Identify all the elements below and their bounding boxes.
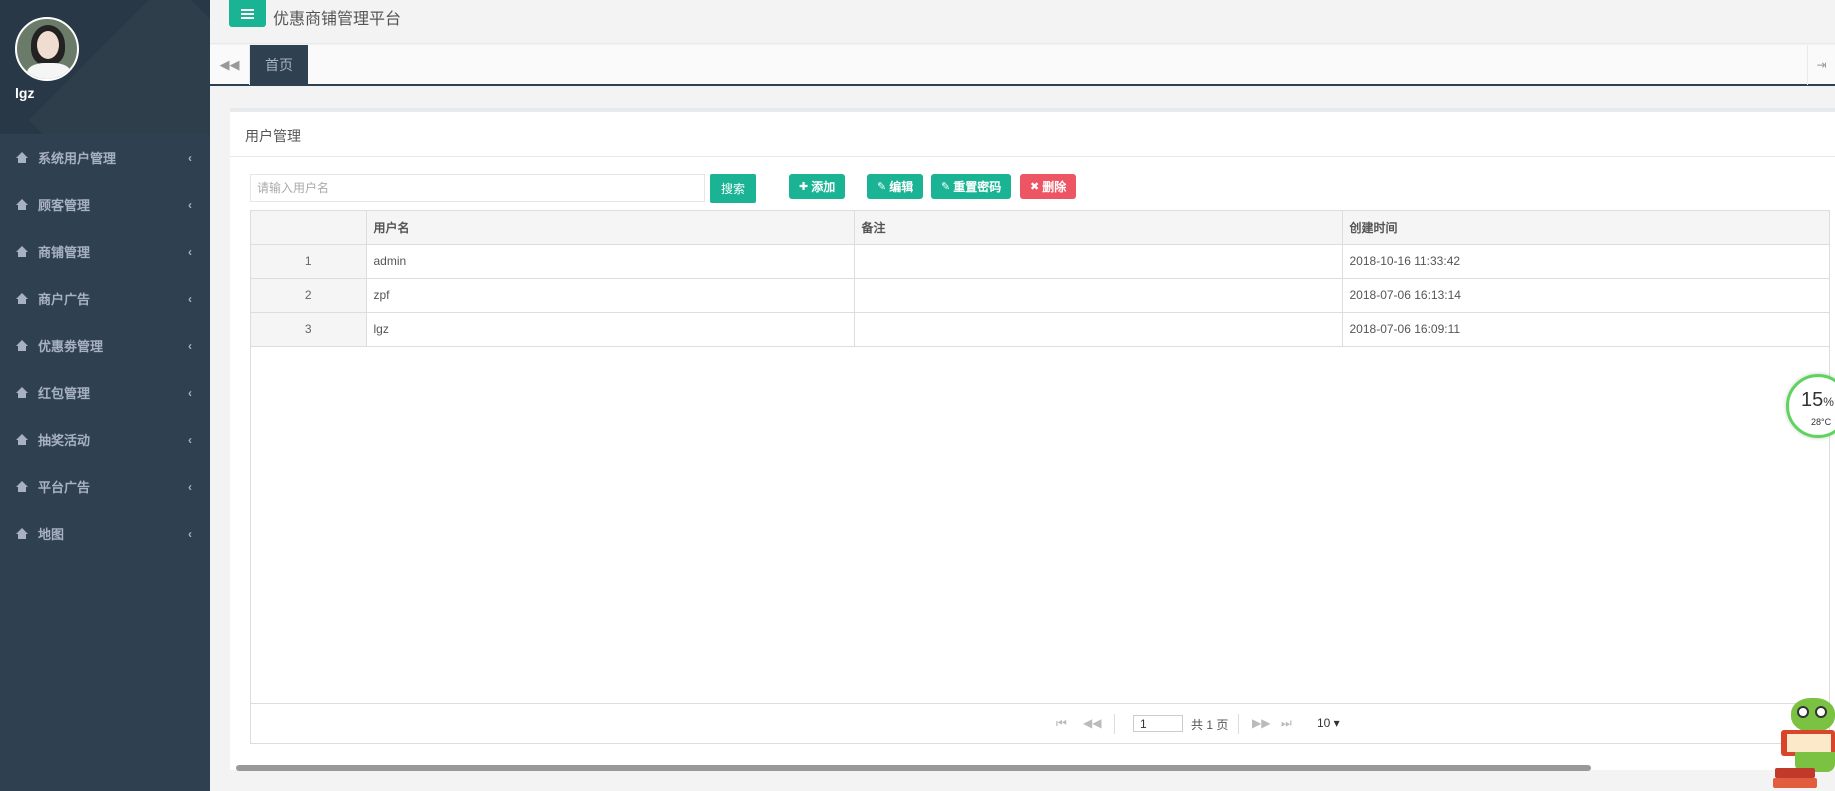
sidebar-item-label: 抽奖活动 (38, 433, 91, 448)
row-index: 1 (251, 244, 367, 279)
chevron-left-icon: ‹ (188, 338, 192, 353)
cell-created: 2018-10-16 11:33:42 (1342, 244, 1830, 279)
gauge-percent: 15% (1801, 389, 1834, 411)
chevron-left-icon: ‹ (188, 291, 192, 306)
sidebar-item-label: 商户广告 (38, 292, 91, 307)
column-header-username[interactable]: 用户名 (366, 211, 855, 245)
cell-created: 2018-07-06 16:09:11 (1342, 312, 1830, 347)
table-header-row: 用户名 备注 创建时间 (251, 211, 1830, 245)
table-row[interactable]: 2 zpf 2018-07-06 16:13:14 (251, 278, 1830, 313)
sidebar-item-red-packets[interactable]: 红包管理 ‹ (0, 369, 210, 416)
sidebar-item-label: 顾客管理 (38, 198, 91, 213)
home-icon (15, 433, 29, 446)
sidebar-item-shops[interactable]: 商铺管理 ‹ (0, 228, 210, 275)
home-icon (15, 151, 29, 164)
search-button[interactable]: 搜索 (710, 174, 756, 203)
reset-password-button[interactable]: ✎ 重置密码 (931, 174, 1012, 199)
user-management-panel: 用户管理 搜索 ✚添加 ✎编辑 ✎重置密码 ✖删除 用户名 备注 创建时间 1 … (230, 108, 1835, 770)
bars-icon (241, 8, 254, 19)
sidebar-item-label: 商铺管理 (38, 245, 91, 260)
sidebar-item-label: 红包管理 (38, 386, 91, 401)
cell-remark (854, 312, 1343, 347)
page-number-input[interactable] (1133, 715, 1183, 732)
sidebar-item-platform-ads[interactable]: 平台广告 ‹ (0, 463, 210, 510)
column-header-remark[interactable]: 备注 (854, 211, 1343, 245)
sidebar-item-map[interactable]: 地图 ‹ (0, 510, 210, 557)
logout-button[interactable]: ⇥ (1807, 45, 1835, 85)
tab-scroll-left-button[interactable]: ◀◀ (210, 45, 250, 85)
chevron-left-icon: ‹ (188, 432, 192, 447)
table-row[interactable]: 3 lgz 2018-07-06 16:09:11 (251, 312, 1830, 347)
home-icon (15, 245, 29, 258)
next-page-icon[interactable]: ▶▶ (1252, 716, 1270, 730)
cell-created: 2018-07-06 16:13:14 (1342, 278, 1830, 313)
page-size-select[interactable]: 10 ▾ (1317, 716, 1340, 730)
home-icon (15, 386, 29, 399)
sidebar-item-merchant-ads[interactable]: 商户广告 ‹ (0, 275, 210, 322)
double-left-icon: ◀◀ (219, 57, 240, 72)
sidebar-item-customers[interactable]: 顾客管理 ‹ (0, 181, 210, 228)
home-icon (15, 198, 29, 211)
sidebar-item-label: 系统用户管理 (38, 151, 117, 166)
tab-home[interactable]: 首页 (250, 45, 308, 85)
horizontal-scrollbar[interactable] (236, 765, 1591, 771)
avatar[interactable] (15, 17, 79, 81)
chevron-left-icon: ‹ (188, 244, 192, 259)
chevron-left-icon: ‹ (188, 479, 192, 494)
top-header: 优惠商铺管理平台 (210, 0, 1835, 44)
chevron-left-icon: ‹ (188, 197, 192, 212)
tab-bar: ◀◀ 首页 ⇥ (210, 45, 1835, 86)
sign-out-icon: ⇥ (1816, 58, 1827, 72)
table-row[interactable]: 1 admin 2018-10-16 11:33:42 (251, 244, 1830, 279)
home-icon (15, 292, 29, 305)
column-header-created[interactable]: 创建时间 (1342, 211, 1830, 245)
chevron-left-icon: ‹ (188, 385, 192, 400)
home-icon (15, 527, 29, 540)
plus-icon: ✚ (799, 181, 809, 193)
menu-toggle-button[interactable] (229, 0, 266, 27)
chevron-left-icon: ‹ (188, 150, 192, 165)
sidebar-item-lottery[interactable]: 抽奖活动 ‹ (0, 416, 210, 463)
cell-username: admin (366, 244, 855, 279)
search-input[interactable] (250, 174, 705, 202)
cell-username: zpf (366, 278, 855, 313)
profile-panel: lgz (0, 0, 210, 134)
row-index: 2 (251, 278, 367, 313)
prev-page-icon[interactable]: ◀◀ (1083, 716, 1101, 730)
chevron-left-icon: ‹ (188, 526, 192, 541)
sidebar-item-coupons[interactable]: 优惠劵管理 ‹ (0, 322, 210, 369)
last-page-icon[interactable]: ⏭ (1281, 716, 1292, 731)
pencil-icon: ✎ (877, 181, 887, 193)
pencil-icon: ✎ (941, 181, 951, 193)
user-table: 用户名 备注 创建时间 1 admin 2018-10-16 11:33:42 … (250, 210, 1830, 744)
edit-button[interactable]: ✎ 编辑 (867, 174, 924, 199)
add-button[interactable]: ✚ 添加 (789, 174, 846, 199)
gauge-temperature: 28°C (1811, 417, 1832, 427)
delete-button[interactable]: ✖ 删除 (1020, 174, 1077, 199)
sidebar-item-label: 地图 (38, 527, 65, 542)
cell-remark (854, 278, 1343, 313)
sidebar-item-label: 平台广告 (38, 480, 91, 495)
profile-username[interactable]: lgz (15, 85, 34, 101)
mascot-reading-icon[interactable] (1773, 696, 1835, 791)
home-icon (15, 480, 29, 493)
home-icon (15, 339, 29, 352)
cell-remark (854, 244, 1343, 279)
page-total: 共 1 页 (1191, 718, 1229, 732)
row-index: 3 (251, 312, 367, 347)
sidebar-item-system-users[interactable]: 系统用户管理 ‹ (0, 134, 210, 181)
pagination-bar: ⏮ ◀◀ 共 1 页 ▶▶ ⏭ 10 ▾ (251, 703, 1829, 743)
first-page-icon[interactable]: ⏮ (1056, 716, 1067, 731)
sidebar-item-label: 优惠劵管理 (38, 339, 104, 354)
panel-title: 用户管理 (230, 112, 1835, 157)
cell-username: lgz (366, 312, 855, 347)
sidebar: lgz 系统用户管理 ‹ 顾客管理 ‹ 商铺管理 ‹ 商户广告 ‹ 优惠劵管理 ‹ 红包管… (0, 0, 210, 791)
app-title: 优惠商铺管理平台 (273, 11, 402, 28)
close-icon: ✖ (1030, 181, 1040, 193)
column-header-index (251, 211, 367, 245)
